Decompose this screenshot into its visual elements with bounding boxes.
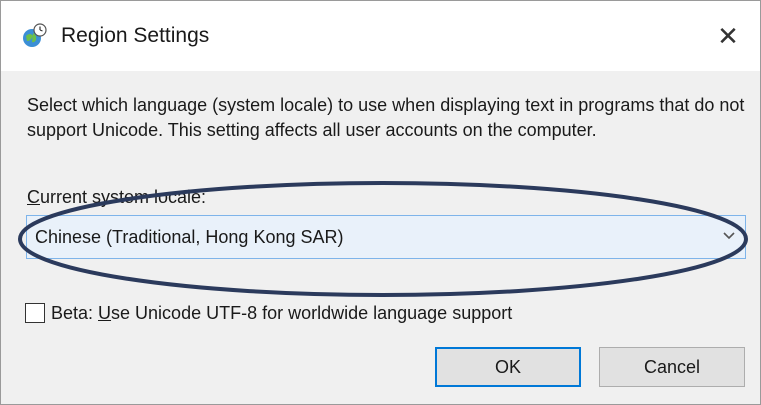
ok-button[interactable]: OK xyxy=(435,347,581,387)
label-prefix: Beta: xyxy=(51,302,99,323)
selected-locale: Chinese (Traditional, Hong Kong SAR) xyxy=(35,227,344,247)
system-locale-label: Current system locale: xyxy=(27,187,206,208)
dialog-title: Region Settings xyxy=(61,24,210,47)
title-bar: Region Settings ✕ xyxy=(1,1,760,71)
beta-utf8-checkbox[interactable] xyxy=(25,303,45,323)
accelerator-key: C xyxy=(27,187,40,207)
label-rest: urrent system locale: xyxy=(40,187,207,207)
accelerator-key: U xyxy=(98,302,112,323)
description-text: Select which language (system locale) to… xyxy=(27,95,745,140)
label-rest: se Unicode UTF-8 for worldwide language … xyxy=(111,302,513,323)
close-button[interactable]: ✕ xyxy=(696,1,760,71)
region-settings-dialog: Region Settings ✕ Select which language … xyxy=(0,0,761,405)
system-locale-dropdown[interactable]: Chinese (Traditional, Hong Kong SAR) xyxy=(26,215,746,259)
beta-utf8-option[interactable]: Beta: Use Unicode UTF-8 for worldwide la… xyxy=(25,301,512,325)
globe-clock-icon xyxy=(23,23,47,47)
beta-utf8-label[interactable]: Beta: Use Unicode UTF-8 for worldwide la… xyxy=(51,303,512,324)
cancel-button[interactable]: Cancel xyxy=(599,347,745,387)
chevron-down-icon xyxy=(723,232,735,240)
